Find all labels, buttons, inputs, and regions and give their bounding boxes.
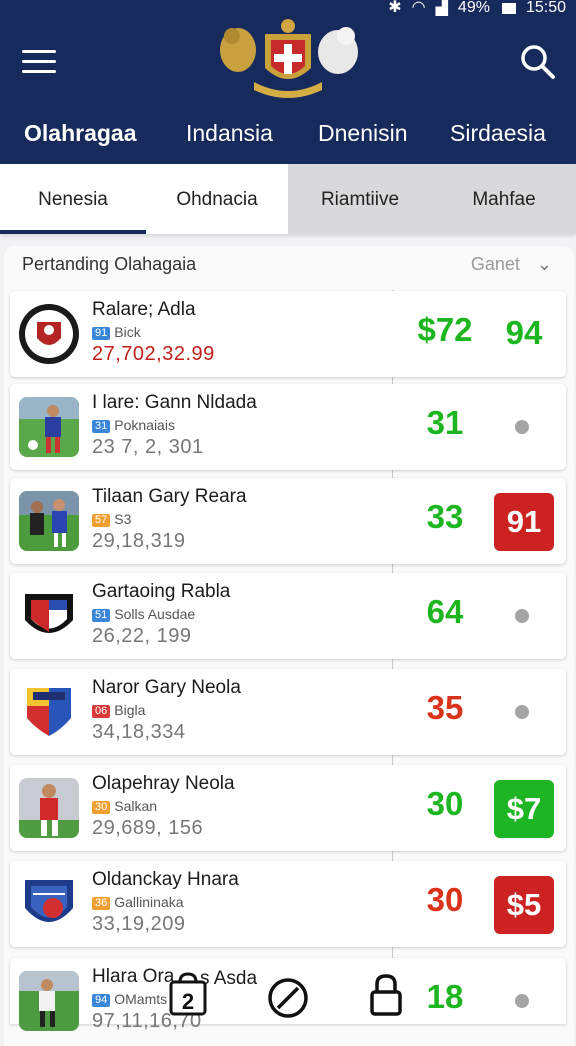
row-score: 33 <box>426 498 464 535</box>
row-tag: 36 <box>92 896 111 910</box>
row-name: I lare: Gann Nldada <box>92 392 257 413</box>
player-photo <box>19 778 79 838</box>
status-dot <box>515 609 529 623</box>
row-sub: Solls Ausdae <box>114 606 196 622</box>
no-entry-icon[interactable] <box>266 972 310 1018</box>
club-crest-logo <box>19 304 79 364</box>
row-meta: 30 Salkan <box>92 798 157 814</box>
lock-icon[interactable] <box>364 972 408 1018</box>
row-name: Tilaan Gary Reara <box>92 486 247 507</box>
tab-olahragaa[interactable]: Olahragaa <box>24 112 137 154</box>
row-tag: 51 <box>92 608 111 622</box>
match-row[interactable]: Olapehray Neola 30 Salkan 29,689, 156 30 … <box>10 765 566 851</box>
match-row[interactable]: Tilaan Gary Reara 57 S3 29,18,319 33 91 <box>10 478 566 564</box>
bluetooth-icon: ✱ <box>388 0 402 16</box>
player-photo <box>19 491 79 551</box>
match-row[interactable]: Oldanckay Hnara 36 Gallininaka 33,19,209 … <box>10 861 566 947</box>
filter-label: Ganet <box>470 254 520 274</box>
match-row[interactable]: Ralare; Adla 91 Bick 27,702,32.99 $72 94 <box>10 291 566 377</box>
chevron-down-icon: ⌄ <box>536 254 552 274</box>
tab-indansia[interactable]: Indansia <box>186 112 273 154</box>
row-tag: 06 <box>92 704 111 718</box>
menu-icon[interactable] <box>22 46 56 76</box>
sub-tab-bar: Nenesia Ohdnacia Riamtiive Mahfae <box>0 164 576 234</box>
match-row[interactable]: I lare: Gann Nldada 31 Poknaiais 23 7, 2,… <box>10 384 566 470</box>
status-dot <box>515 705 529 719</box>
row-right-value: 94 <box>505 314 543 351</box>
row-name: Ralare; Adla <box>92 299 196 320</box>
subtab-ohdnacia[interactable]: Ohdnacia <box>146 164 288 234</box>
calendar-icon[interactable]: 2 <box>166 972 210 1018</box>
filter-dropdown[interactable]: Ganet ⌄ <box>471 254 552 275</box>
status-bar: ✱ ◠ ▟ 49% 15:50 <box>388 0 566 16</box>
row-value: 23 7, 2, 301 <box>92 436 204 458</box>
coat-of-arms-logo <box>220 19 358 98</box>
row-meta: 91 Bick <box>92 324 141 340</box>
row-score: 64 <box>426 593 464 630</box>
row-value: 29,18,319 <box>92 530 186 552</box>
row-meta: 57 S3 <box>92 511 131 527</box>
row-meta: 51 Solls Ausdae <box>92 606 195 622</box>
search-icon[interactable] <box>518 42 556 80</box>
row-score: 31 <box>426 404 464 441</box>
row-value: 29,689, 156 <box>92 817 204 839</box>
wifi-icon: ◠ <box>411 0 426 16</box>
rating-badge: $7 <box>494 780 554 838</box>
subtab-nenesia[interactable]: Nenesia <box>0 164 146 234</box>
row-score: 30 <box>426 785 464 822</box>
row-tag: 91 <box>92 326 111 340</box>
row-score: $72 <box>417 311 473 348</box>
tab-sirdaesia[interactable]: Sirdaesia <box>450 112 546 154</box>
tab-dnenisin[interactable]: Dnenisin <box>318 112 408 154</box>
row-sub: Bigla <box>114 702 146 718</box>
colorful-crest-logo <box>19 682 79 742</box>
battery-level: 49% <box>457 0 490 16</box>
signal-icon: ▟ <box>435 0 448 16</box>
status-dot <box>515 420 529 434</box>
battery-icon <box>501 2 516 14</box>
calendar-day: 2 <box>182 989 194 1014</box>
row-value: 27,702,32.99 <box>92 343 215 365</box>
bottom-nav: s Asda 2 <box>0 966 576 1024</box>
row-sub: Poknaiais <box>114 417 175 433</box>
subtab-mahfae[interactable]: Mahfae <box>432 164 576 234</box>
row-meta: 31 Poknaiais <box>92 417 175 433</box>
shield-crest-logo <box>19 586 79 646</box>
match-row[interactable]: Naror Gary Neola 06 Bigla 34,18,334 35 <box>10 669 566 755</box>
match-row[interactable]: Gartaoing Rabla 51 Solls Ausdae 26,22, 19… <box>10 573 566 659</box>
row-value: 33,19,209 <box>92 913 186 935</box>
row-score: 30 <box>426 881 464 918</box>
row-name: Oldanckay Hnara <box>92 869 239 890</box>
row-value: 34,18,334 <box>92 721 186 743</box>
row-sub: Bick <box>114 324 141 340</box>
rating-badge: 91 <box>494 493 554 551</box>
row-score: 35 <box>426 689 464 726</box>
blue-crest-logo <box>19 874 79 934</box>
player-photo <box>19 397 79 457</box>
row-sub: Gallininaka <box>114 894 184 910</box>
row-name: Naror Gary Neola <box>92 677 241 698</box>
row-tag: 30 <box>92 800 111 814</box>
app-header: ✱ ◠ ▟ 49% 15:50 Olahragaa Indansia Dneni… <box>0 0 576 164</box>
row-meta: 06 Bigla <box>92 702 145 718</box>
row-sub: S3 <box>114 511 132 527</box>
row-meta: 36 Gallininaka <box>92 894 184 910</box>
row-sub: Salkan <box>114 798 158 814</box>
rating-badge: $5 <box>494 876 554 934</box>
subtab-riamtiive[interactable]: Riamtiive <box>288 164 432 234</box>
row-tag: 57 <box>92 513 111 527</box>
panel-title: Pertanding Olahagaia <box>22 254 197 274</box>
row-name: Gartaoing Rabla <box>92 581 231 602</box>
row-name: Olapehray Neola <box>92 773 235 794</box>
top-tab-bar: Olahragaa Indansia Dnenisin Sirdaesia <box>0 112 576 154</box>
row-value: 26,22, 199 <box>92 625 192 647</box>
row-tag: 31 <box>92 419 111 433</box>
clock: 15:50 <box>525 0 566 16</box>
